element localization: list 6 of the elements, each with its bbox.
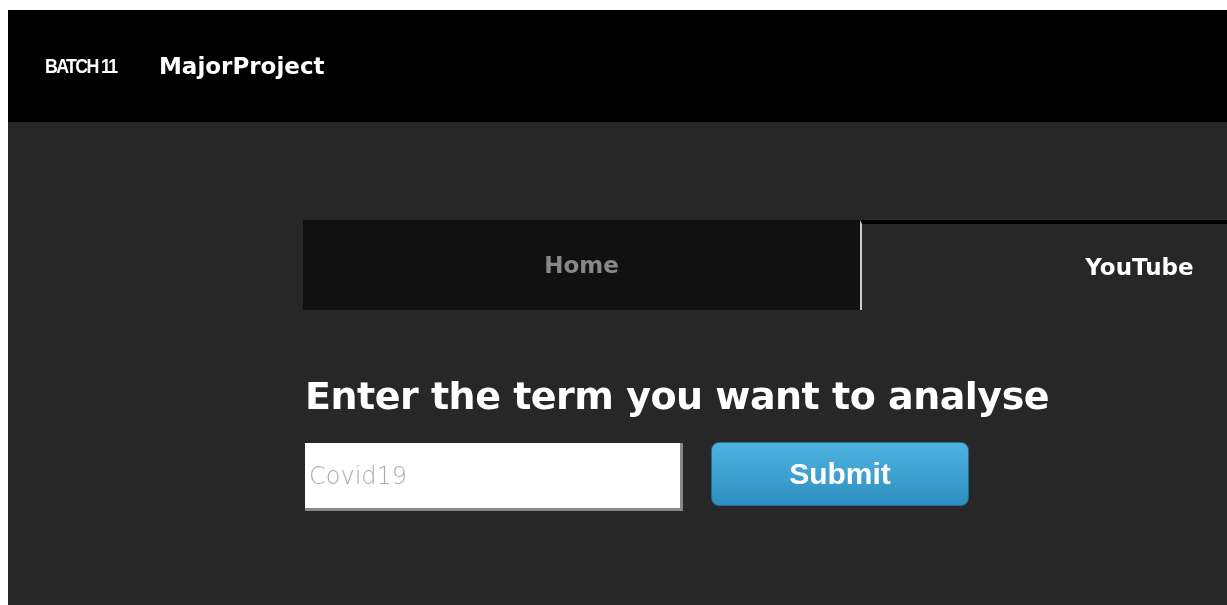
logo[interactable]: BATCH 11 <box>45 54 117 78</box>
tab[interactable]: YouTube <box>860 220 1227 310</box>
tab[interactable]: Home <box>303 220 860 310</box>
heading: Enter the term you want to analyse <box>305 374 1051 418</box>
site-title[interactable]: MajorProject <box>158 53 325 79</box>
search-field[interactable]: Covid19 <box>305 443 683 511</box>
